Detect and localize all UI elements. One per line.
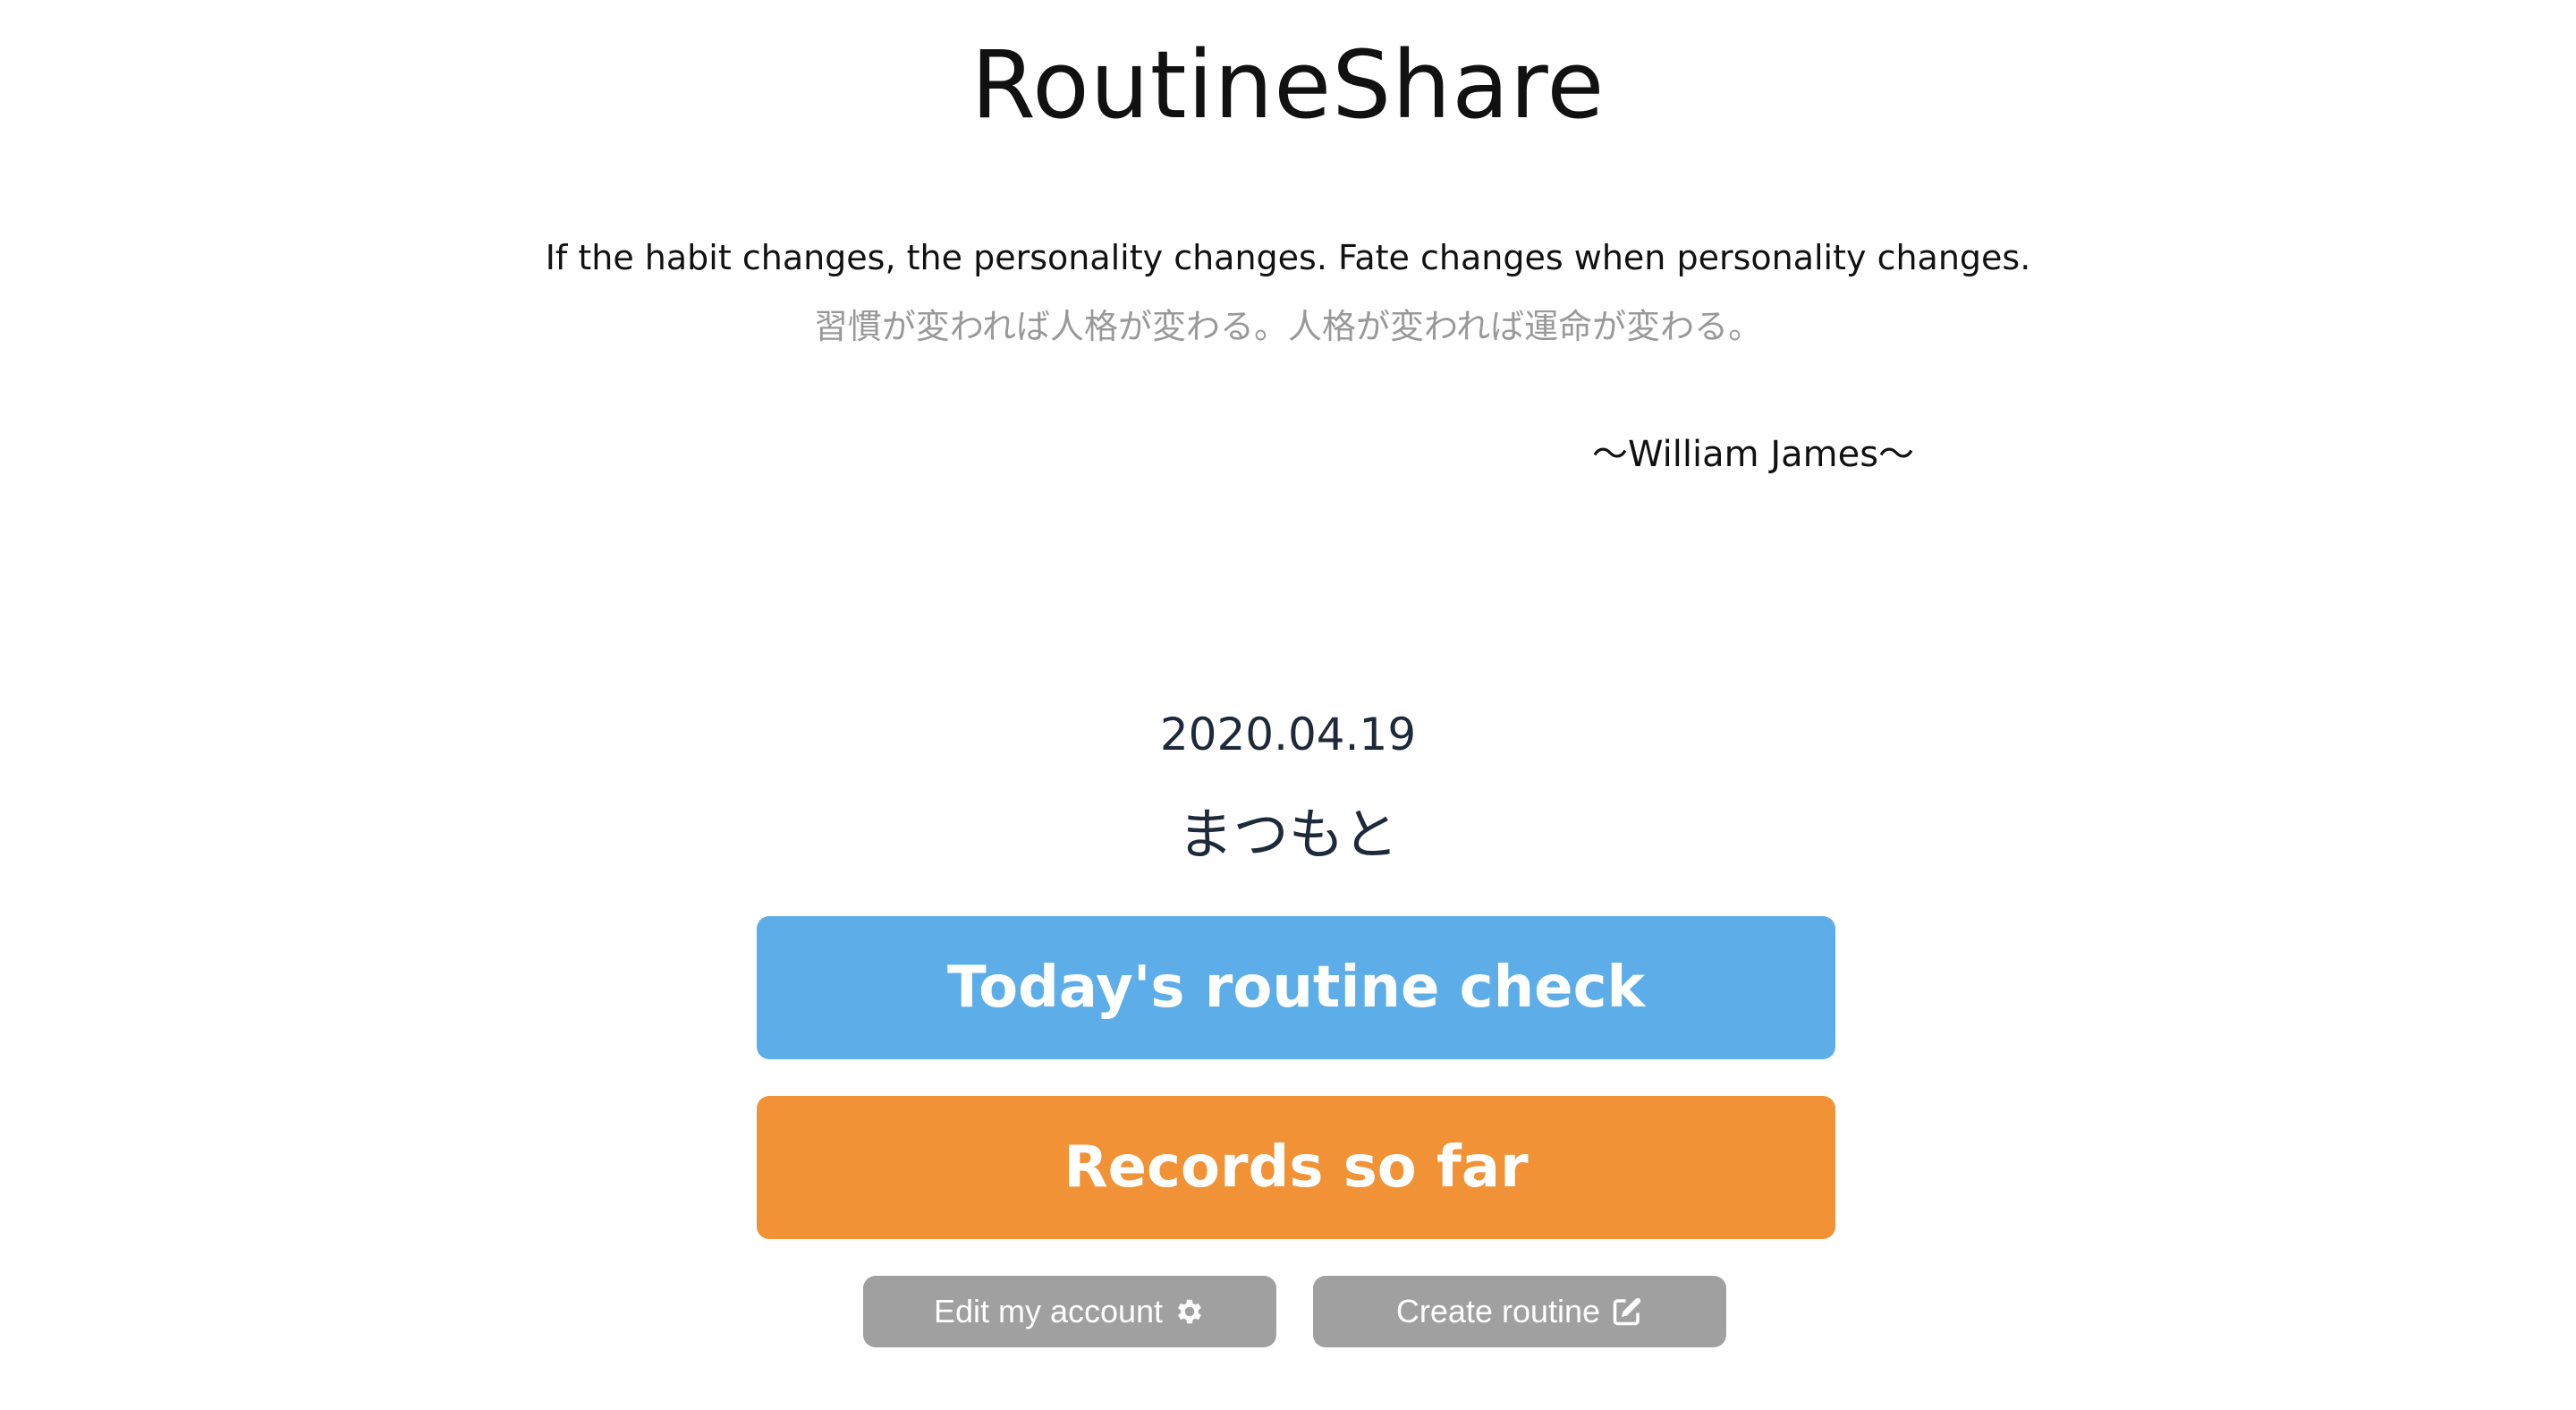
user-name: まつもと (1177, 802, 1399, 867)
app-title: RoutineShare (970, 30, 1606, 140)
edit-account-button[interactable]: Edit my account (863, 1276, 1276, 1347)
quote-japanese: 習慣が変われば人格が変わる。人格が変われば運命が変わる。 (813, 307, 1763, 346)
page: RoutineShare If the habit changes, the p… (0, 0, 2576, 1410)
records-button[interactable]: Records so far (757, 1096, 1835, 1239)
gear-icon (1174, 1295, 1206, 1328)
create-routine-label: Create routine (1395, 1293, 1601, 1329)
routine-check-button[interactable]: Today's routine check (757, 916, 1835, 1059)
quote-author: 〜William James〜 (1592, 434, 1915, 475)
create-routine-button[interactable]: Create routine (1313, 1276, 1726, 1347)
current-date: 2020.04.19 (1159, 709, 1417, 760)
quote-english: If the habit changes, the personality ch… (545, 238, 2031, 277)
routine-check-label: Today's routine check (946, 955, 1646, 1021)
edit-icon (1611, 1295, 1643, 1328)
edit-account-label: Edit my account (933, 1293, 1164, 1329)
records-label: Records so far (1063, 1134, 1529, 1201)
